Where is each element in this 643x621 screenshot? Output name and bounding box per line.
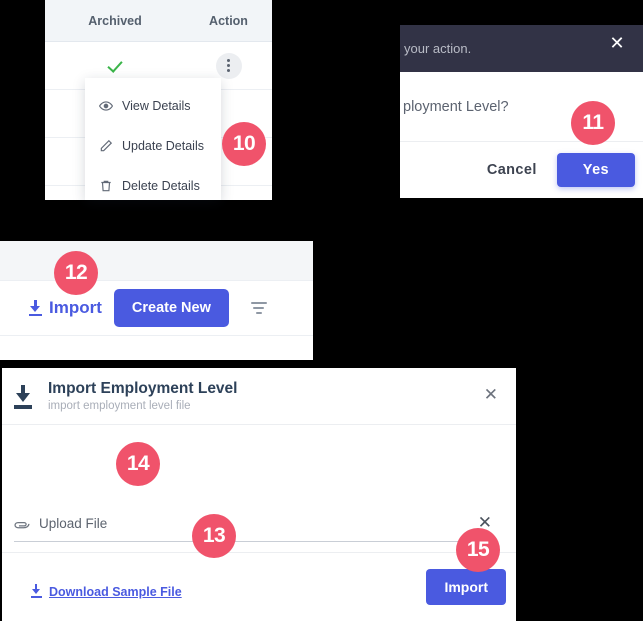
- dialog-body-text: ployment Level?: [403, 98, 509, 115]
- modal-header: Import Employment Level import employmen…: [2, 368, 516, 425]
- pencil-icon: [99, 139, 113, 153]
- annotation-marker-13: 13: [192, 514, 236, 558]
- import-submit-button[interactable]: Import: [426, 569, 506, 605]
- more-vertical-icon[interactable]: [215, 52, 242, 79]
- list-toolbar-panel: Import Create New: [0, 241, 313, 360]
- table-header-row: Archived Action: [45, 0, 272, 42]
- toolbar-top-strip: [0, 241, 313, 281]
- close-icon[interactable]: ✕: [484, 387, 498, 404]
- menu-item-label: Delete Details: [122, 179, 200, 193]
- create-new-button[interactable]: Create New: [113, 289, 229, 327]
- annotation-marker-11: 11: [571, 101, 615, 145]
- annotation-marker-10: 10: [222, 122, 266, 166]
- download-icon: [28, 299, 43, 317]
- eye-icon: [99, 99, 113, 113]
- annotation-marker-14: 14: [116, 442, 160, 486]
- row-action-dropdown-menu: View Details Update Details Delete Detai…: [85, 78, 221, 200]
- modal-subtitle: import employment level file: [48, 399, 191, 412]
- check-icon: [107, 58, 123, 74]
- filter-icon[interactable]: [247, 296, 271, 320]
- close-icon[interactable]: ✕: [608, 35, 626, 53]
- download-icon: [12, 383, 34, 409]
- toolbar-actions-row: Import Create New: [0, 281, 313, 336]
- dialog-header-text: your action.: [404, 41, 472, 56]
- column-header-action: Action: [209, 13, 248, 28]
- annotation-marker-15: 15: [456, 528, 500, 572]
- menu-item-label: Update Details: [122, 139, 204, 153]
- modal-title-group: Import Employment Level import employmen…: [48, 379, 237, 414]
- annotation-marker-12: 12: [54, 251, 98, 295]
- cell-action: [185, 52, 272, 79]
- modal-title: Import Employment Level: [48, 379, 238, 397]
- upload-file-label[interactable]: Upload File: [31, 516, 478, 531]
- upload-file-field[interactable]: Upload File ✕: [14, 515, 492, 542]
- modal-footer: Import: [2, 552, 516, 621]
- menu-item-update-details[interactable]: Update Details: [85, 126, 221, 166]
- import-employment-level-modal: Import Employment Level import employmen…: [2, 368, 516, 621]
- yes-button[interactable]: Yes: [556, 152, 635, 187]
- trash-icon: [99, 179, 113, 193]
- import-button-label: Import: [49, 298, 102, 317]
- import-button[interactable]: Import: [28, 298, 102, 318]
- modal-body: Upload File ✕ Download Sample File: [2, 425, 516, 599]
- cancel-button[interactable]: Cancel: [477, 154, 547, 186]
- cell-archived: [45, 58, 185, 74]
- paperclip-icon: [14, 517, 31, 531]
- menu-item-delete-details[interactable]: Delete Details: [85, 166, 221, 206]
- dialog-footer: Cancel Yes: [400, 142, 643, 197]
- menu-item-label: View Details: [122, 99, 191, 113]
- dialog-header: your action. ✕: [400, 25, 643, 72]
- menu-item-view-details[interactable]: View Details: [85, 86, 221, 126]
- column-header-archived: Archived: [88, 13, 142, 28]
